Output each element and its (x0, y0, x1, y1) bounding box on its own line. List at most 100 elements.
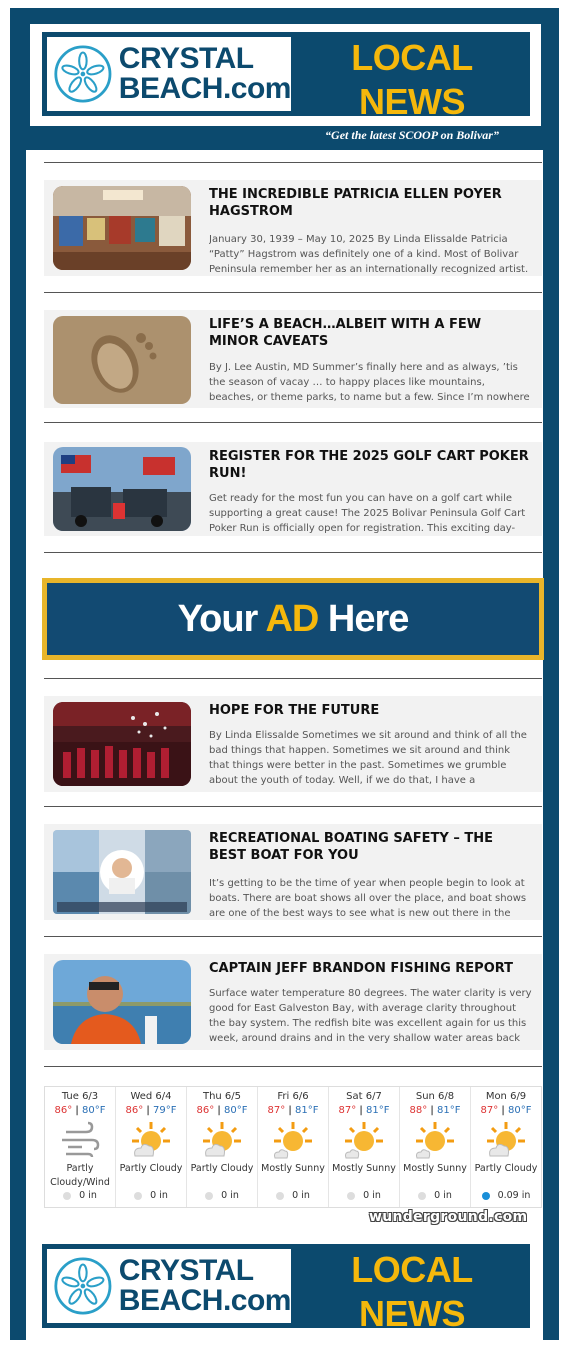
low-temp: 80°F (223, 1105, 248, 1116)
precip-amount: 0 in (292, 1190, 310, 1201)
art-gallery-image (53, 186, 191, 270)
logo-wordmark: CRYSTAL BEACH.com (118, 44, 292, 105)
story-title[interactable]: THE INCREDIBLE PATRICIA ELLEN POYER HAGS… (209, 186, 534, 220)
forecast-day[interactable]: Thu 6/5 86° | 80°F Partly Cloudy 0 in (187, 1087, 258, 1207)
story-excerpt: By J. Lee Austin, MD Summer’s finally he… (209, 362, 530, 403)
ad-text-highlight: AD (265, 597, 319, 640)
partly-cloudy-icon (132, 1122, 170, 1157)
low-temp: 80°F (81, 1105, 106, 1116)
precip-amount: 0 in (79, 1190, 97, 1201)
story-thumbnail[interactable] (53, 186, 191, 270)
banner-tagline: “Get the latest SCOOP on Bolivar” (325, 128, 499, 142)
forecast-day[interactable]: Sun 6/8 88° | 81°F Mostly Sunny 0 in (400, 1087, 471, 1207)
fisherman-image (53, 960, 191, 1044)
story-excerpt: Surface water temperature 80 degrees. Th… (209, 988, 532, 1044)
day-temps: 87° | 81°F (267, 1105, 319, 1116)
raindrop-icon (481, 1191, 490, 1200)
footer-banner[interactable]: CRYSTAL BEACH.com LOCAL NEWS “Get the la… (30, 1236, 541, 1354)
partly-cloudy-icon (487, 1122, 525, 1157)
story-thumbnail[interactable] (53, 960, 191, 1044)
divider (44, 162, 542, 163)
story-title[interactable]: REGISTER FOR THE 2025 GOLF CART POKER RU… (209, 448, 534, 482)
day-precip: 0 in (400, 1190, 470, 1201)
story-card[interactable]: LIFE’S A BEACH…ALBEIT WITH A FEW MINOR C… (44, 310, 542, 408)
high-temp: 86° (196, 1105, 215, 1116)
low-temp: 81°F (436, 1105, 461, 1116)
banner-background: CRYSTAL BEACH.com LOCAL NEWS “Get the la… (42, 1244, 530, 1354)
story-thumbnail[interactable] (53, 447, 191, 531)
story-excerpt: January 30, 1939 – May 10, 2025 By Linda… (209, 234, 529, 275)
day-condition: Mostly Sunny (403, 1163, 467, 1174)
raindrop-icon (134, 1191, 143, 1200)
raindrop-icon (63, 1191, 72, 1200)
day-precip: 0 in (329, 1190, 399, 1201)
low-temp: 81°F (365, 1105, 390, 1116)
day-condition: Mostly Sunny (332, 1163, 396, 1174)
ad-inner: Your AD Here (47, 583, 539, 655)
forecast-day[interactable]: Mon 6/9 87° | 80°F Partly Cloudy 0.09 in (471, 1087, 541, 1207)
day-condition: Mostly Sunny (261, 1163, 325, 1174)
divider (44, 422, 542, 423)
story-thumbnail[interactable] (53, 702, 191, 786)
ad-banner[interactable]: Your AD Here (42, 578, 544, 660)
day-precip: 0 in (116, 1190, 186, 1201)
golf-carts-image (53, 447, 191, 531)
story-excerpt: By Linda Elissalde Sometimes we sit arou… (209, 730, 527, 786)
raindrop-icon (276, 1191, 285, 1200)
banner-title: LOCAL NEWS (351, 1249, 473, 1334)
divider (44, 1066, 542, 1067)
logo-line-1: CRYSTAL (118, 1254, 254, 1287)
forecast-day[interactable]: Fri 6/6 87° | 81°F Mostly Sunny 0 in (258, 1087, 329, 1207)
day-temps: 86° | 79°F (125, 1105, 177, 1116)
mostly-sunny-icon (416, 1122, 454, 1159)
forecast-day[interactable]: Tue 6/3 86° | 80°F Partly Cloudy/Wind 0 … (45, 1087, 116, 1207)
local-news-heading: LOCAL NEWS “Get the latest SCOOP on Boli… (297, 36, 527, 142)
story-title[interactable]: CAPTAIN JEFF BRANDON FISHING REPORT (209, 960, 534, 977)
day-precip: 0 in (258, 1190, 328, 1201)
story-title[interactable]: HOPE FOR THE FUTURE (209, 702, 534, 719)
boating-collage-image (53, 830, 191, 914)
story-card[interactable]: HOPE FOR THE FUTURE By Linda Elissalde S… (44, 696, 542, 792)
day-name: Thu 6/5 (202, 1091, 242, 1102)
high-temp: 87° (267, 1105, 286, 1116)
precip-amount: 0 in (150, 1190, 168, 1201)
precip-amount: 0 in (363, 1190, 381, 1201)
precip-amount: 0 in (221, 1190, 239, 1201)
divider (44, 552, 542, 553)
wunderground-credit[interactable]: wunderground.com (369, 1209, 527, 1225)
banner-tagline: “Get the latest SCOOP on Bolivar” (325, 1340, 499, 1354)
story-card[interactable]: REGISTER FOR THE 2025 GOLF CART POKER RU… (44, 442, 542, 536)
day-name: Wed 6/4 (130, 1091, 172, 1102)
day-temps: 86° | 80°F (196, 1105, 248, 1116)
day-temps: 87° | 80°F (480, 1105, 532, 1116)
crystal-beach-logo[interactable]: CRYSTAL BEACH.com (47, 1249, 292, 1323)
day-condition: Partly Cloudy (474, 1163, 538, 1174)
forecast-day[interactable]: Wed 6/4 86° | 79°F Partly Cloudy 0 in (116, 1087, 187, 1207)
logo-line-2: BEACH.com (118, 72, 292, 105)
crystal-beach-logo[interactable]: CRYSTAL BEACH.com (47, 37, 292, 111)
day-precip: 0 in (45, 1190, 115, 1201)
logo-line-2: BEACH.com (118, 1284, 292, 1317)
header-banner[interactable]: CRYSTAL BEACH.com LOCAL NEWS “Get the la… (30, 24, 541, 142)
high-temp: 86° (54, 1105, 73, 1116)
low-temp: 79°F (152, 1105, 177, 1116)
day-name: Tue 6/3 (61, 1091, 99, 1102)
story-thumbnail[interactable] (53, 830, 191, 914)
story-thumbnail[interactable] (53, 316, 191, 404)
weather-forecast[interactable]: Tue 6/3 86° | 80°F Partly Cloudy/Wind 0 … (44, 1086, 542, 1208)
story-card[interactable]: CAPTAIN JEFF BRANDON FISHING REPORT Surf… (44, 954, 542, 1050)
sand-dollar-icon (54, 1257, 112, 1315)
day-temps: 87° | 81°F (338, 1105, 390, 1116)
story-title[interactable]: RECREATIONAL BOATING SAFETY – THE BEST B… (209, 830, 534, 864)
story-title[interactable]: LIFE’S A BEACH…ALBEIT WITH A FEW MINOR C… (209, 316, 534, 350)
day-name: Sat 6/7 (346, 1091, 382, 1102)
day-name: Sun 6/8 (415, 1091, 455, 1102)
banner-title: LOCAL NEWS (351, 37, 473, 122)
story-card[interactable]: RECREATIONAL BOATING SAFETY – THE BEST B… (44, 824, 542, 920)
mostly-sunny-icon (274, 1122, 312, 1159)
forecast-day[interactable]: Sat 6/7 87° | 81°F Mostly Sunny 0 in (329, 1087, 400, 1207)
day-precip: 0.09 in (471, 1190, 541, 1201)
low-temp: 80°F (507, 1105, 532, 1116)
day-temps: 88° | 81°F (409, 1105, 461, 1116)
story-card[interactable]: THE INCREDIBLE PATRICIA ELLEN POYER HAGS… (44, 180, 542, 276)
